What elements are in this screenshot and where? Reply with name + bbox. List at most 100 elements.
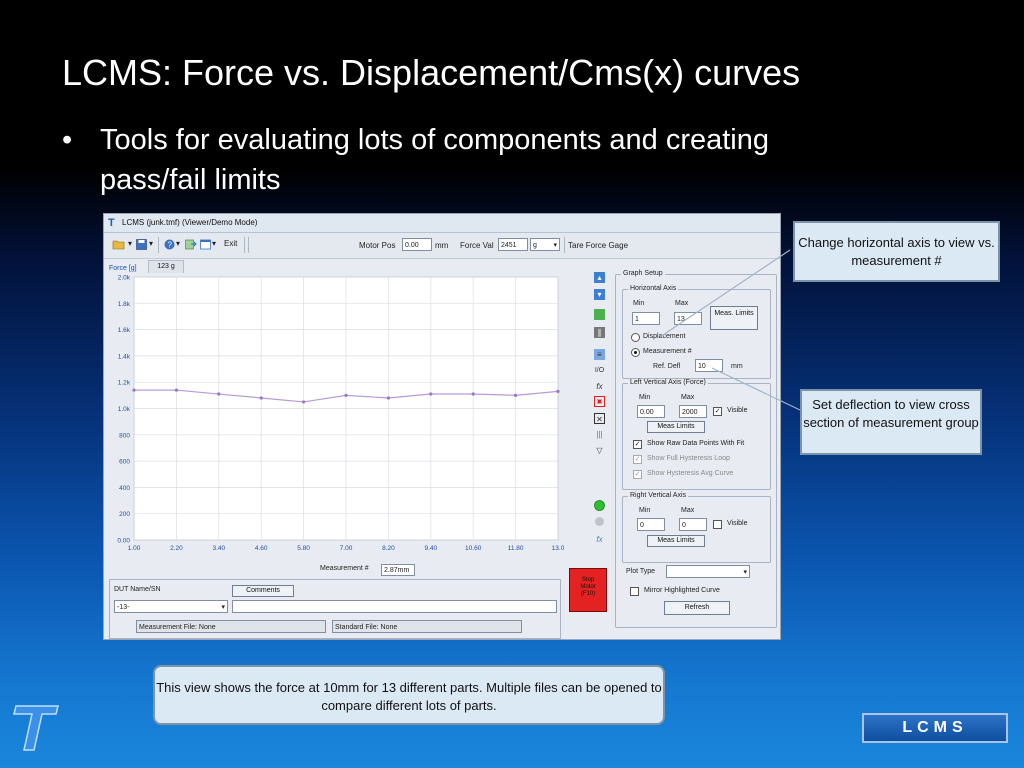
show-full-checkbox[interactable]: ✓ [633,455,642,464]
force-val-label: Force Val [460,241,494,250]
green-box-icon[interactable] [594,309,605,320]
dropdown-arrow-icon[interactable]: ▾ [212,239,216,251]
app-window: T LCMS (junk.tmf) (Viewer/Demo Mode) ▾ ▾… [103,213,781,640]
refresh-button[interactable]: Refresh [664,601,730,615]
zoom-box-icon[interactable]: ✕ [594,413,605,424]
chevron-down-icon: ▾ [221,604,225,611]
r-min-label: Min [639,507,651,514]
y-tick-label: 400 [119,485,130,492]
dut-label: DUT Name/SN [114,586,161,593]
fx-small-icon[interactable]: fx [594,534,605,545]
y-tick-label: 1.2k [118,380,131,387]
left-axis-title: Left Vertical Axis (Force) [628,379,708,386]
h-min-field[interactable]: 1 [632,312,660,325]
tare-force-gage-button[interactable]: Tare Force Gage [568,241,628,250]
x-tick-label: 8.20 [382,545,395,552]
r-max-field[interactable]: 0 [679,518,707,531]
comments-field[interactable] [232,600,557,613]
app-logo-icon: T [108,217,115,229]
pause-icon[interactable]: ∥ [594,327,605,338]
horizontal-axis-group: Horizontal Axis Min Max 1 13 Meas. Limit… [622,285,771,379]
horizontal-axis-title: Horizontal Axis [628,285,679,292]
data-point [344,393,348,397]
toolbar: ▾ ▾ ? ▾ ▾ Exit Motor Pos 0.00 mm Force V… [104,233,780,259]
h-meas-limits-button[interactable]: Meas. Limits [710,306,758,330]
help-icon[interactable]: ? [164,239,175,251]
x-tick-label: 10.60 [465,545,482,552]
standard-file-status: Standard File: None [332,620,522,633]
measurement-file-status: Measurement File: None [136,620,326,633]
y-tick-label: 800 [119,432,130,439]
data-point [514,393,518,397]
export-icon[interactable] [185,239,197,251]
bars-icon[interactable]: ||| [594,429,605,440]
ref-defl-field[interactable]: 10 [695,359,723,372]
bottom-panel: DUT Name/SN Comments -13- ▾ Measurement … [109,579,561,639]
y-tick-label: 1.6k [118,327,131,334]
displacement-radio[interactable] [631,333,640,342]
l-meas-limits-button[interactable]: Meas Limits [647,421,705,433]
dropdown-arrow-icon[interactable]: ▾ [149,239,153,251]
r-visible-checkbox[interactable] [713,520,722,529]
l-max-field[interactable]: 2000 [679,405,707,418]
red-box-icon[interactable]: ▣ [594,396,605,407]
exit-button[interactable]: Exit [224,239,237,251]
motor-pos-field[interactable]: 0.00 [402,238,432,251]
filter-icon[interactable]: ▽ [594,445,605,456]
r-meas-limits-button[interactable]: Meas Limits [647,535,705,547]
page-up-icon[interactable]: ▴ [594,272,605,283]
l-visible-label: Visible [727,407,748,414]
l-min-label: Min [639,394,651,401]
r-min-field[interactable]: 0 [637,518,665,531]
dut-value: -13- [117,604,130,611]
graph-setup-panel: Graph Setup Horizontal Axis Min Max 1 13… [615,270,777,628]
comments-button[interactable]: Comments [232,585,294,597]
y-tick-label: 600 [119,459,130,466]
show-avg-checkbox[interactable]: ✓ [633,470,642,479]
ref-defl-label: Ref. Defl [653,363,681,370]
data-point [302,400,306,404]
list-icon[interactable]: ≡ [594,349,605,360]
y-tick-label: 1.4k [118,353,131,360]
stop-motor-line2: Motor [580,584,596,590]
h-max-field[interactable]: 13 [674,312,702,325]
show-raw-checkbox[interactable]: ✓ [633,440,642,449]
window-title: LCMS (junk.tmf) (Viewer/Demo Mode) [122,218,258,227]
show-raw-label: Show Raw Data Points With Fit [647,440,745,447]
h-min-label: Min [633,300,645,307]
l-min-field[interactable]: 0.00 [637,405,665,418]
fx-icon[interactable]: fx [594,381,605,392]
graph-setup-title: Graph Setup [621,270,665,277]
window-icon[interactable] [200,239,211,251]
x-tick-label: 4.60 [255,545,268,552]
data-point [386,396,390,400]
data-point [429,392,433,396]
stop-motor-button[interactable]: Stop Motor (F10) [569,568,607,612]
force-val-field[interactable]: 2451 [498,238,528,251]
force-chart: 0.00 200 400 600 800 1.0k 1.2k 1.4k 1.6k 1.8k 2.0k… [117,275,565,553]
mirror-checkbox[interactable] [630,587,639,596]
green-led-icon [594,500,605,511]
x-tick-label: 3.40 [212,545,225,552]
y-tick-label: 200 [119,511,130,518]
open-folder-icon[interactable] [112,239,126,251]
data-point [217,392,221,396]
measurement-radio[interactable] [631,348,640,357]
page-down-icon[interactable]: ▾ [594,289,605,300]
data-point [174,388,178,392]
right-axis-title: Right Vertical Axis [628,492,689,499]
plot-type-select[interactable]: ▾ [666,565,750,578]
dut-select[interactable]: -13- ▾ [114,600,228,613]
dropdown-arrow-icon[interactable]: ▾ [128,239,132,251]
l-visible-checkbox[interactable]: ✓ [713,407,722,416]
force-unit-select[interactable]: g ▾ [530,238,560,251]
save-icon[interactable] [136,239,147,251]
io-icon[interactable]: I/O [594,365,605,376]
mirror-label: Mirror Highlighted Curve [644,587,720,594]
gray-led-icon [594,516,605,527]
dropdown-arrow-icon[interactable]: ▾ [176,239,180,251]
x-tick-label: 5.80 [297,545,310,552]
bullet-marker: • [62,124,73,156]
show-avg-label: Show Hysteresis Avg Curve [647,470,734,477]
x-tick-label: 13.0 [552,545,565,552]
